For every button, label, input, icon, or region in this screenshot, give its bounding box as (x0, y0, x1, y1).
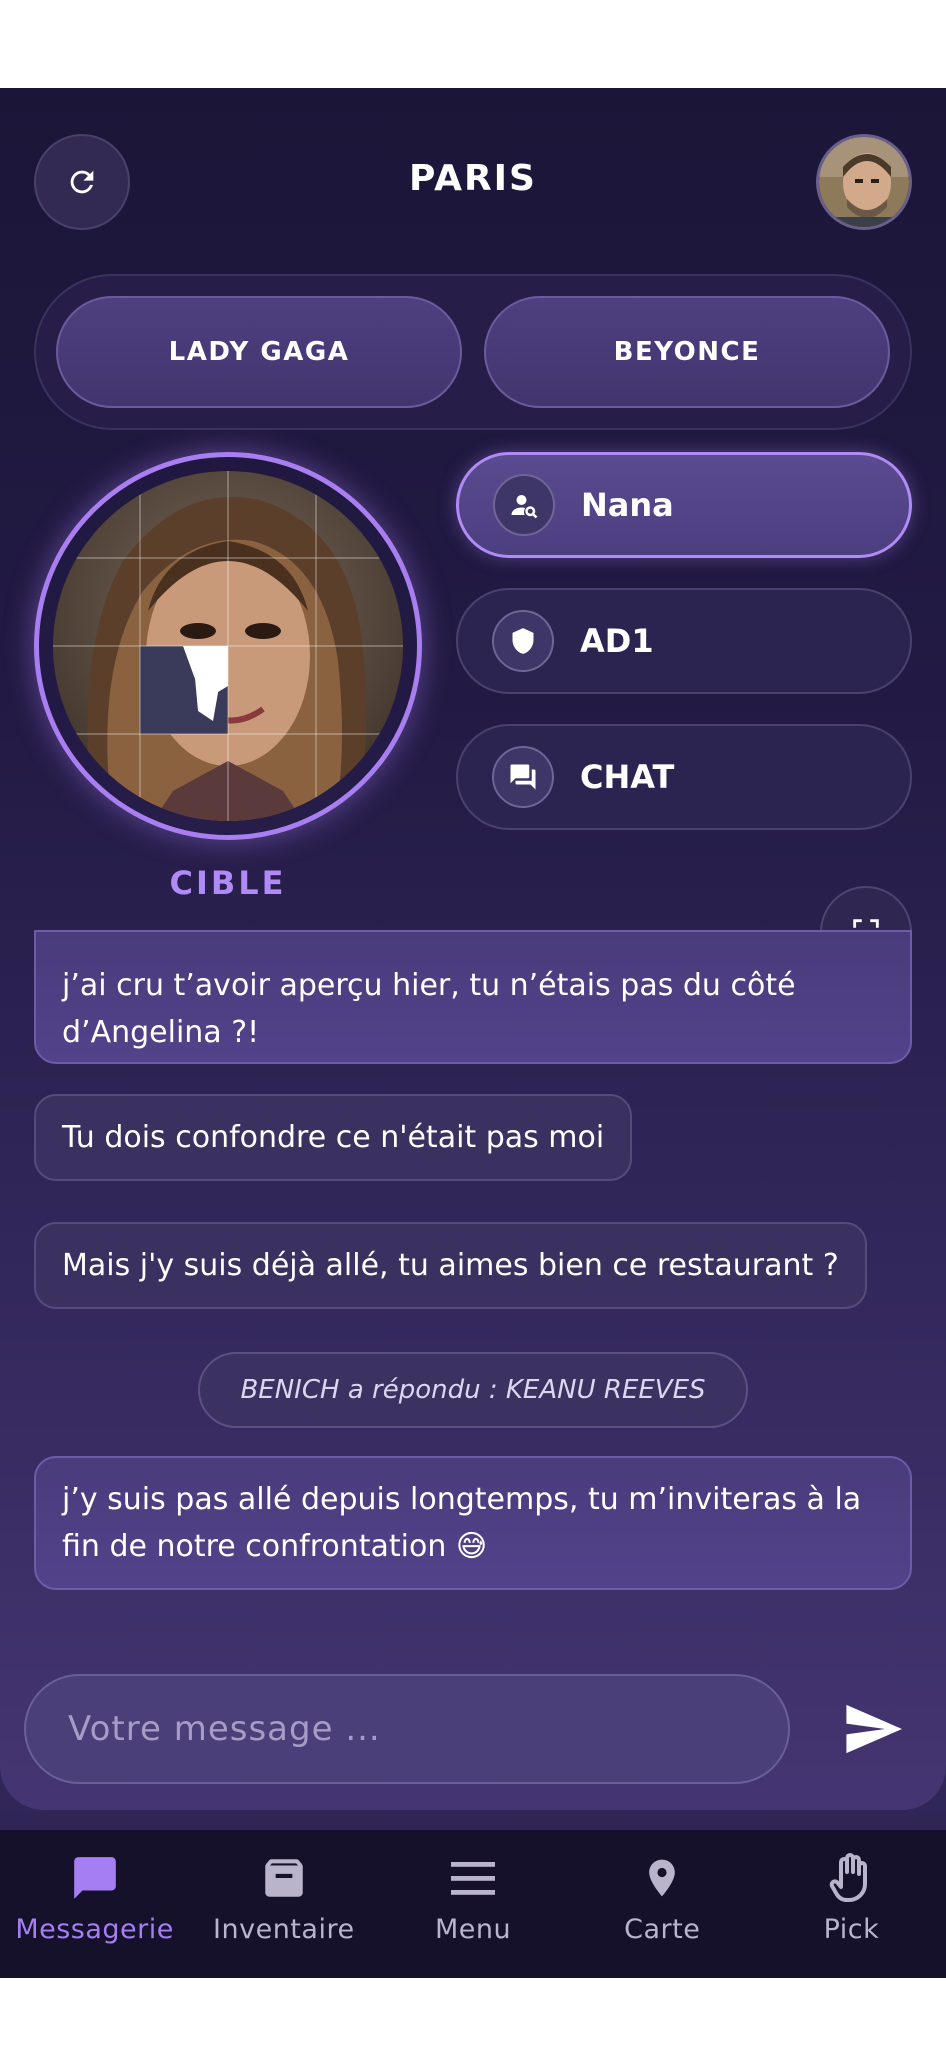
page-title: PARIS (409, 158, 537, 199)
nav-label: Pick (823, 1914, 880, 1945)
nav-menu[interactable]: Menu (378, 1830, 567, 1978)
option-label: Nana (581, 486, 674, 524)
target-portrait-image (53, 471, 403, 821)
message-bubble-sent: j’ai cru t’avoir aperçu hier, tu n’étais… (34, 930, 912, 1064)
person-search-icon (493, 474, 555, 536)
target-portrait-ring[interactable] (34, 452, 422, 840)
message-composer (24, 1674, 790, 1784)
message-bubble-received: Tu dois confondre ce n'était pas moi (34, 1094, 633, 1181)
app-screen: PARIS LADY GAGA BEYONCE CIBLE Nana AD1 C… (0, 88, 946, 1978)
system-message: BENICH a répondu : KEANU REEVES (198, 1352, 748, 1428)
nav-label: Messagerie (15, 1914, 174, 1945)
archive-box-icon (256, 1850, 312, 1906)
main-panel: PARIS LADY GAGA BEYONCE CIBLE Nana AD1 C… (0, 88, 946, 1810)
nav-label: Inventaire (213, 1914, 355, 1945)
target-photo (53, 471, 403, 821)
option-nana[interactable]: Nana (456, 452, 912, 558)
nav-carte[interactable]: Carte (568, 1830, 757, 1978)
send-button[interactable] (830, 1686, 916, 1772)
hamburger-menu-icon (445, 1850, 501, 1906)
chat-bubble-icon (67, 1850, 123, 1906)
bottom-navigation: Messagerie Inventaire Menu Carte Pick (0, 1830, 946, 1978)
option-label: CHAT (580, 758, 675, 796)
message-bubble-sent: j’y suis pas allé depuis longtemps, tu m… (34, 1456, 912, 1590)
target-label: CIBLE (169, 864, 287, 902)
nav-label: Menu (434, 1914, 512, 1945)
send-icon (846, 1704, 902, 1754)
team-lady-gaga-button[interactable]: LADY GAGA (56, 296, 462, 408)
nav-label: Carte (624, 1914, 701, 1945)
message-bubble-received: Mais j'y suis déjà allé, tu aimes bien c… (34, 1222, 867, 1309)
chat-icon (492, 746, 554, 808)
option-label: AD1 (580, 622, 654, 660)
nav-pick[interactable]: Pick (757, 1830, 946, 1978)
user-avatar[interactable] (816, 134, 912, 230)
avatar-portrait (819, 137, 909, 227)
option-chat[interactable]: CHAT (456, 724, 912, 830)
map-pin-icon (634, 1850, 690, 1906)
team-selector: LADY GAGA BEYONCE (34, 274, 912, 430)
team-beyonce-button[interactable]: BEYONCE (484, 296, 890, 408)
hand-icon (823, 1850, 879, 1906)
nav-inventaire[interactable]: Inventaire (189, 1830, 378, 1978)
message-input[interactable] (68, 1709, 788, 1749)
nav-messagerie[interactable]: Messagerie (0, 1830, 189, 1978)
shield-icon (492, 610, 554, 672)
option-ad1[interactable]: AD1 (456, 588, 912, 694)
